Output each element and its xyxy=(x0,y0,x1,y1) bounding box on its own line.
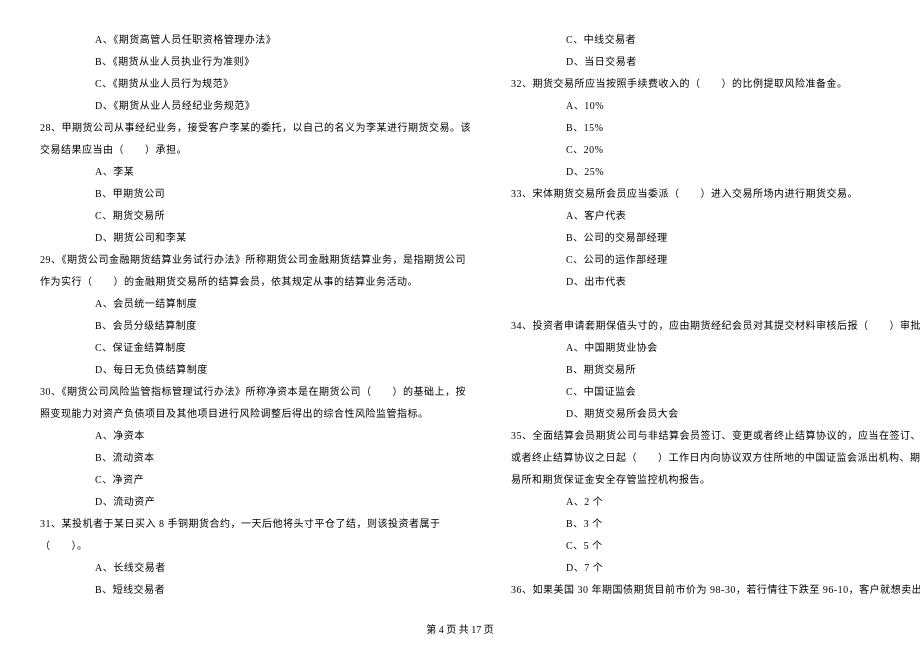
q32-opt-b: B、15% xyxy=(511,118,920,140)
q34-opt-b: B、期货交易所 xyxy=(511,360,920,382)
q35-opt-c: C、5 个 xyxy=(511,536,920,558)
q28-line1: 28、甲期货公司从事经纪业务，接受客户李某的委托，以自己的名义为李某进行期货交易… xyxy=(40,118,471,140)
q34-opt-a: A、中国期货业协会 xyxy=(511,338,920,360)
q28-opt-d: D、期货公司和李某 xyxy=(40,228,471,250)
q28-line2: 交易结果应当由（ ）承担。 xyxy=(40,140,471,162)
q33-opt-b: B、公司的交易部经理 xyxy=(511,228,920,250)
q28-opt-b: B、甲期货公司 xyxy=(40,184,471,206)
q33-opt-c: C、公司的运作部经理 xyxy=(511,250,920,272)
q33-opt-a: A、客户代表 xyxy=(511,206,920,228)
q27-opt-d: D、《期货从业人员经纪业务规范》 xyxy=(40,96,471,118)
q31-line1: 31、某投机者于某日买入 8 手铜期货合约，一天后他将头寸平仓了结，则该投资者属… xyxy=(40,514,471,536)
q35-opt-a: A、2 个 xyxy=(511,492,920,514)
q35-line2: 或者终止结算协议之日起（ ）工作日内向协议双方住所地的中国证监会派出机构、期货交 xyxy=(511,448,920,470)
q34-opt-d: D、期货交易所会员大会 xyxy=(511,404,920,426)
q33: 33、宋体期货交易所会员应当委派（ ）进入交易所场内进行期货交易。 xyxy=(511,184,920,206)
q32-opt-d: D、25% xyxy=(511,162,920,184)
q29-opt-a: A、会员统一结算制度 xyxy=(40,294,471,316)
spacer xyxy=(511,294,920,316)
q27-opt-c: C、《期货从业人员行为规范》 xyxy=(40,74,471,96)
q29-opt-d: D、每日无负债结算制度 xyxy=(40,360,471,382)
q33-opt-d: D、出市代表 xyxy=(511,272,920,294)
q35-line1: 35、全面结算会员期货公司与非结算会员签订、变更或者终止结算协议的，应当在签订、… xyxy=(511,426,920,448)
q29-line1: 29、《期货公司金融期货结算业务试行办法》所称期货公司金融期货结算业务，是指期货… xyxy=(40,250,471,272)
q30-line1: 30、《期货公司风险监管指标管理试行办法》所称净资本是在期货公司（ ）的基础上，… xyxy=(40,382,471,404)
q31-opt-a: A、长线交易者 xyxy=(40,558,471,580)
q35-opt-d: D、7 个 xyxy=(511,558,920,580)
q35-opt-b: B、3 个 xyxy=(511,514,920,536)
q32: 32、期货交易所应当按照手续费收入的（ ）的比例提取风险准备金。 xyxy=(511,74,920,96)
q34: 34、投资者申请套期保值头寸的，应由期货经纪会员对其提交材料审核后报（ ）审批。 xyxy=(511,316,920,338)
q29-opt-c: C、保证金结算制度 xyxy=(40,338,471,360)
page-footer: 第 4 页 共 17 页 xyxy=(0,621,920,636)
q29-line2: 作为实行（ ）的金融期货交易所的结算会员，依其规定从事的结算业务活动。 xyxy=(40,272,471,294)
q36: 36、如果美国 30 年期国债期货目前市价为 98-30，若行情往下跌至 96-… xyxy=(511,580,920,602)
q30-line2: 照变现能力对资产负债项目及其他项目进行风险调整后得出的综合性风险监管指标。 xyxy=(40,404,471,426)
q31-line2: （ ）。 xyxy=(40,536,471,558)
q35-line3: 易所和期货保证金安全存管监控机构报告。 xyxy=(511,470,920,492)
q32-opt-c: C、20% xyxy=(511,140,920,162)
q34-opt-c: C、中国证监会 xyxy=(511,382,920,404)
q31-opt-d: D、当日交易者 xyxy=(511,52,920,74)
q30-opt-b: B、流动资本 xyxy=(40,448,471,470)
q30-opt-d: D、流动资产 xyxy=(40,492,471,514)
q28-opt-c: C、期货交易所 xyxy=(40,206,471,228)
q30-opt-c: C、净资产 xyxy=(40,470,471,492)
q32-opt-a: A、10% xyxy=(511,96,920,118)
q27-opt-a: A、《期货高管人员任职资格管理办法》 xyxy=(40,30,471,52)
page-content: A、《期货高管人员任职资格管理办法》 B、《期货从业人员执业行为准则》 C、《期… xyxy=(0,0,920,642)
q28-opt-a: A、李某 xyxy=(40,162,471,184)
right-column: C、中线交易者 D、当日交易者 32、期货交易所应当按照手续费收入的（ ）的比例… xyxy=(511,30,920,602)
q29-opt-b: B、会员分级结算制度 xyxy=(40,316,471,338)
left-column: A、《期货高管人员任职资格管理办法》 B、《期货从业人员执业行为准则》 C、《期… xyxy=(40,30,471,602)
q31-opt-c: C、中线交易者 xyxy=(511,30,920,52)
q27-opt-b: B、《期货从业人员执业行为准则》 xyxy=(40,52,471,74)
q31-opt-b: B、短线交易者 xyxy=(40,580,471,602)
q30-opt-a: A、净资本 xyxy=(40,426,471,448)
